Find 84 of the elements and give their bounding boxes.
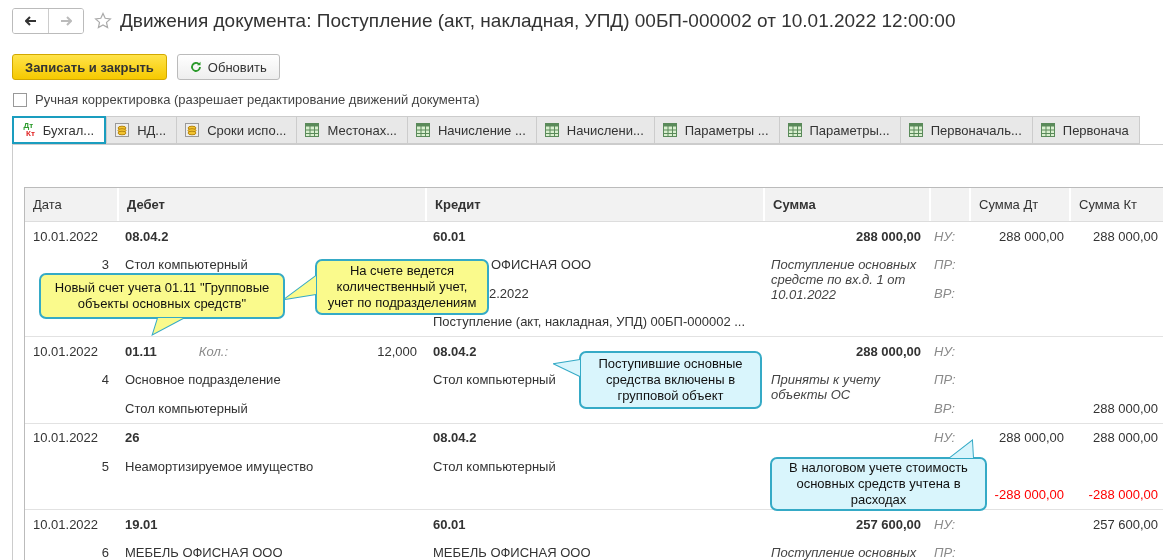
refresh-icon	[189, 61, 202, 73]
tab[interactable]: Начисление ...	[407, 116, 537, 144]
quantity-value: 12,000	[377, 343, 417, 359]
tab[interactable]: Местонах...	[296, 116, 408, 144]
line-number: 3	[101, 257, 109, 273]
account-code: 60.01	[433, 228, 466, 244]
tab[interactable]: Параметры...	[778, 116, 901, 144]
tax-type-label: ПР:	[934, 257, 956, 273]
star-icon[interactable]	[94, 12, 112, 30]
tax-type-label: НУ:	[934, 343, 956, 359]
subconto-text: Стол компьютерный	[433, 458, 556, 474]
subconto-text: МЕБЕЛЬ ОФИСНАЯ ООО	[125, 545, 283, 560]
amount-text: 288 000,00	[855, 228, 921, 244]
account-code: 60.01	[433, 516, 466, 532]
date-text: 10.01.2022	[33, 430, 99, 446]
amount-text: 288 000,00	[855, 343, 921, 359]
tab[interactable]: Сроки испо...	[176, 116, 298, 144]
amount-text: 257 600,00	[855, 516, 921, 532]
save-close-button[interactable]: Записать и закрыть	[12, 54, 167, 80]
account-code: 08.04.2	[125, 228, 169, 244]
debit-amount: 288 000,00	[998, 430, 1064, 446]
credit-amount: 288 000,00	[1092, 228, 1158, 244]
column-header[interactable]: Дебет	[117, 188, 425, 221]
tab[interactable]: НД...	[106, 116, 178, 144]
table-icon	[787, 123, 802, 137]
credit-amount: 257 600,00	[1092, 516, 1158, 532]
table-icon	[416, 123, 430, 137]
window-title: Движения документа: Поступление (акт, накладная, УПД) 00БП-000002 от 10.01.2022 12:00:00	[120, 10, 956, 32]
tax-type-label: ВР:	[934, 285, 955, 301]
column-header[interactable]: Сумма	[763, 188, 929, 221]
account-code: 08.04.2	[433, 343, 477, 359]
credit-amount: -288 000,00	[1088, 487, 1158, 503]
callout: Новый счет учета 01.11 "Групповые объекты основных средств"	[38, 272, 288, 336]
subconto-text: Стол компьютерный	[125, 257, 248, 273]
posting-description: Приняты к учету объекты ОС	[771, 371, 882, 402]
tab[interactable]: Первонача	[1031, 116, 1140, 144]
date-text: 10.01.2022	[33, 228, 99, 244]
debit-amount: 288 000,00	[998, 228, 1064, 244]
table-icon	[544, 123, 559, 137]
account-code: 08.04.2	[433, 430, 477, 446]
posting-description: Поступление основных	[771, 544, 918, 560]
quantity-label: Кол.:	[198, 343, 228, 359]
tax-type-label: ПР:	[934, 545, 956, 560]
checkbox-label: Ручная корректировка (разрешает редактирование движений документа)	[35, 92, 480, 107]
debit-amount: -288 000,00	[994, 487, 1064, 503]
tax-type-label: ПР:	[934, 372, 956, 388]
column-header[interactable]: Кредит	[425, 188, 763, 221]
table-icon	[908, 123, 923, 137]
back-arrow-icon	[24, 16, 37, 26]
tab[interactable]: Параметры ...	[653, 116, 780, 144]
line-number: 4	[101, 372, 109, 388]
tab[interactable]: Первоначаль...	[899, 116, 1033, 144]
refresh-button[interactable]: Обновить	[176, 54, 280, 80]
checkbox[interactable]	[13, 92, 27, 107]
posting-description: Поступление основных средсте по вх.д. 1 от 10.01.2022	[771, 256, 918, 302]
subconto-text: ОФИСНАЯ ООО	[491, 257, 592, 273]
date-text: 10.01.2022	[33, 516, 99, 532]
subconto-text: Стол компьютерный	[125, 400, 248, 416]
credit-amount: 288 000,00	[1092, 430, 1158, 446]
subconto-text: МЕБЕЛЬ ОФИСНАЯ ООО	[433, 545, 591, 560]
forward-arrow-icon	[60, 16, 72, 26]
subconto-text: Стол компьютерный	[433, 372, 556, 388]
tax-type-label: НУ:	[934, 516, 956, 532]
line-number: 6	[101, 545, 109, 560]
line-number: 5	[101, 458, 109, 474]
tax-type-label: НУ:	[934, 228, 956, 244]
column-header[interactable]: Сумма Кт	[1069, 188, 1163, 221]
date-text: 10.01.2022	[33, 343, 99, 359]
table-icon	[662, 123, 677, 137]
debit-credit-icon: Дт Кт	[22, 122, 35, 138]
account-code: 01.11	[125, 343, 157, 359]
tax-type-label: ВР:	[934, 400, 955, 416]
column-header[interactable]: Сумма Дт	[969, 188, 1069, 221]
column-header[interactable]: Дата	[25, 188, 117, 221]
subconto-text: Неамортизируемое имущество	[125, 458, 314, 474]
table-icon	[305, 123, 320, 137]
table-icon	[1040, 123, 1055, 137]
coins-icon	[115, 123, 130, 137]
account-code: 26	[125, 430, 140, 446]
subconto-text: Основное подразделение	[125, 372, 281, 388]
account-code: 19.01	[125, 516, 158, 532]
tab[interactable]: Начислени...	[535, 116, 655, 144]
coins-icon	[185, 123, 200, 137]
credit-amount: 288 000,00	[1092, 400, 1158, 416]
